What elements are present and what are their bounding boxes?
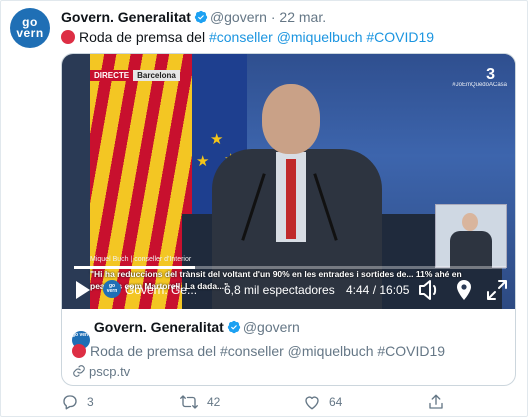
fullscreen-icon[interactable] xyxy=(486,279,508,301)
mention-miquelbuch-link[interactable]: @miquelbuch xyxy=(277,29,363,45)
channel-avatar[interactable]: go vern xyxy=(103,280,121,298)
embedded-link[interactable]: pscp.tv xyxy=(72,364,130,379)
retweet-icon xyxy=(180,395,198,409)
location-pin-icon[interactable] xyxy=(455,279,473,301)
channel-hashtag: #JoEmQuedoACasa xyxy=(452,82,507,88)
interpreter-head xyxy=(462,213,478,231)
volume-icon[interactable] xyxy=(417,279,441,301)
live-badge-place: Barcelona xyxy=(133,70,180,81)
speaker-lanyard xyxy=(286,159,296,239)
like-button[interactable]: 64 xyxy=(303,393,342,411)
tweet-actions: 3 42 64 xyxy=(61,393,516,413)
reply-icon xyxy=(63,395,77,410)
live-badge-label: DIRECTE xyxy=(90,70,134,81)
play-icon[interactable] xyxy=(76,281,90,299)
player-controls: go vern Govern. Ge... 6,8 mil espectador… xyxy=(62,274,515,309)
interpreter-body xyxy=(450,231,492,269)
sign-language-interpreter xyxy=(435,204,507,269)
hashtag-conseller-link[interactable]: #conseller xyxy=(209,29,273,45)
retweet-button[interactable]: 42 xyxy=(179,393,220,411)
embedded-tweet-meta: go vern Govern. Generalitat @govern Roda … xyxy=(72,319,512,379)
handle[interactable]: @govern xyxy=(210,9,267,25)
avatar-text-line2: vern xyxy=(16,26,44,40)
verified-badge-icon xyxy=(194,10,208,24)
tweet-date[interactable]: 22 mar. xyxy=(279,9,326,25)
speaker-head xyxy=(262,84,320,154)
separator-dot: · xyxy=(270,9,276,25)
share-icon xyxy=(429,394,443,409)
progress-bar[interactable] xyxy=(74,266,506,269)
reply-button[interactable]: 3 xyxy=(61,393,94,411)
like-count: 64 xyxy=(329,395,343,409)
video-player[interactable]: ★ ★ ★ DIRECTEBarcelona 3 #JoEmQuedoACasa… xyxy=(62,54,515,309)
viewer-count: 6,8 mil espectadores xyxy=(224,283,335,297)
red-circle-icon xyxy=(72,344,86,358)
hashtag-covid19-link[interactable]: #COVID19 xyxy=(366,29,434,45)
embedded-tweet-text: Roda de premsa del #conseller @miquelbuc… xyxy=(72,343,445,359)
channel-name[interactable]: Govern. Ge... xyxy=(125,283,197,297)
verified-badge-icon xyxy=(227,320,240,334)
progress-bar-fill xyxy=(74,266,195,269)
lower-third-name: Miquel Buch | conseller d'Interior xyxy=(90,256,192,263)
embedded-link-text: pscp.tv xyxy=(89,364,131,379)
embedded-display-name[interactable]: Govern. Generalitat xyxy=(94,319,224,335)
embedded-periscope-card[interactable]: ★ ★ ★ DIRECTEBarcelona 3 #JoEmQuedoACasa… xyxy=(61,53,516,386)
tweet-card: go vern Govern. Generalitat @govern · 22 … xyxy=(0,0,528,417)
red-circle-icon xyxy=(61,30,75,44)
time-display: 4:44 / 16:05 xyxy=(346,283,410,297)
live-badge: DIRECTE Barcelona xyxy=(90,70,180,81)
embedded-text: Roda de premsa del #conseller @miquelbuc… xyxy=(90,343,446,359)
display-name[interactable]: Govern. Generalitat xyxy=(61,9,191,25)
avatar[interactable]: go vern xyxy=(10,8,50,48)
tweet-text: Roda de premsa del #conseller @miquelbuc… xyxy=(61,29,434,45)
reply-count: 3 xyxy=(87,395,94,409)
share-button[interactable] xyxy=(427,393,453,411)
tweet-text-prefix: Roda de premsa del xyxy=(79,29,206,45)
tweet-header: Govern. Generalitat @govern · 22 mar. xyxy=(61,9,326,25)
heart-icon xyxy=(305,396,319,410)
retweet-count: 42 xyxy=(207,395,221,409)
embedded-handle[interactable]: @govern xyxy=(243,319,300,335)
link-icon xyxy=(73,365,85,377)
